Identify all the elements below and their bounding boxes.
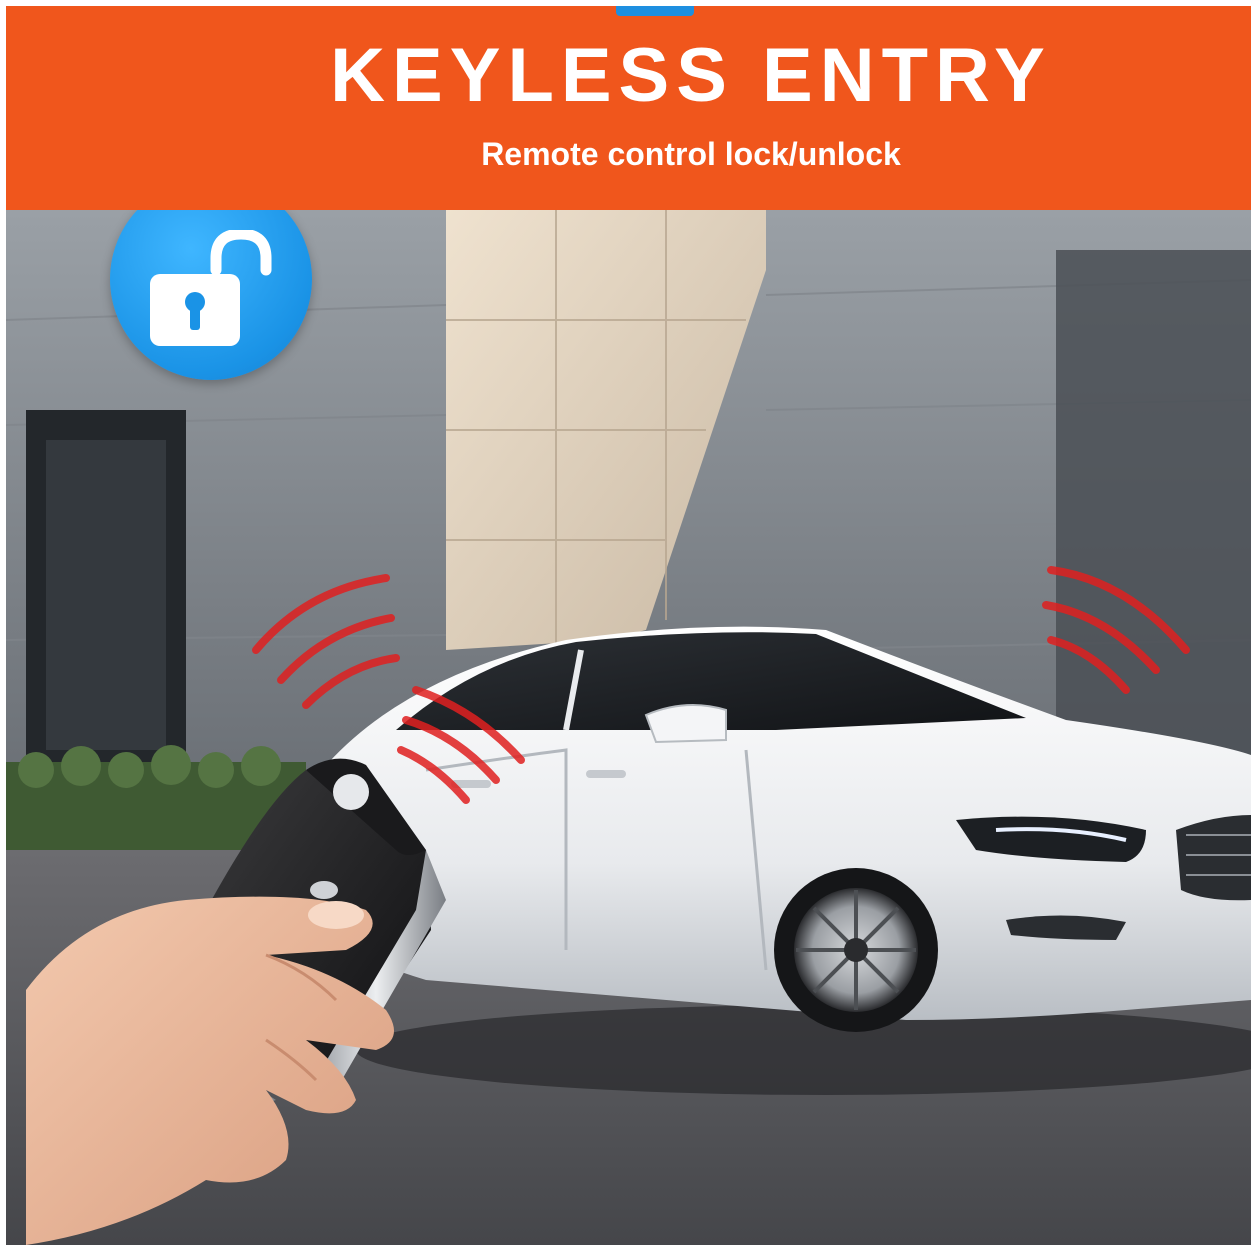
product-image: KEYLESS ENTRY Remote control lock/unlock	[6, 6, 1251, 1245]
banner-tab	[616, 6, 694, 16]
car-scene	[6, 178, 1251, 1245]
subheadline: Remote control lock/unlock	[481, 136, 901, 172]
headline: KEYLESS ENTRY	[330, 33, 1052, 118]
title-banner: KEYLESS ENTRY Remote control lock/unlock	[6, 6, 1251, 210]
unlock-padlock-icon	[150, 230, 272, 346]
